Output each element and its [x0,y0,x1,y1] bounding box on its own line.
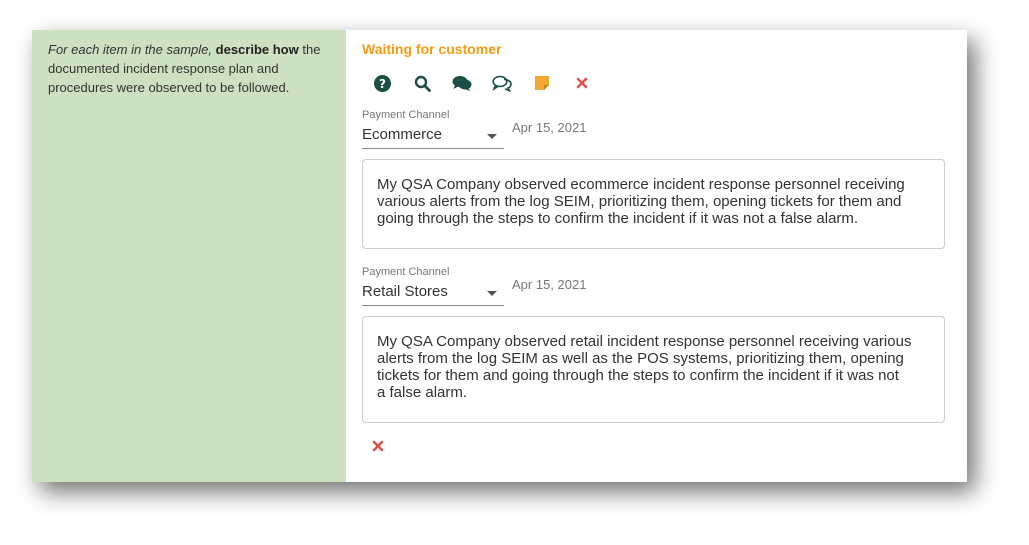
payment-channel-select[interactable]: Ecommerce [362,123,504,149]
response-panel: Waiting for customer ? Payment Channel E… [346,30,967,482]
svg-text:?: ? [379,77,386,91]
entry-date: Apr 15, 2021 [512,277,587,292]
payment-channel-label: Payment Channel [362,266,450,278]
dropdown-arrow-icon [487,134,497,139]
response-textarea[interactable]: My QSA Company observed ecommerce incide… [362,159,945,249]
status-label: Waiting for customer [362,41,502,57]
search-icon[interactable] [412,73,432,93]
instructions-italic: For each item in the sample, [48,42,213,57]
payment-channel-label: Payment Channel [362,109,450,121]
comments-icon[interactable] [452,73,472,93]
instructions-panel: For each item in the sample, describe ho… [32,30,346,482]
dropdown-arrow-icon [487,291,497,296]
response-textarea[interactable]: My QSA Company observed retail incident … [362,316,945,423]
comment-outline-icon[interactable] [492,73,512,93]
payment-channel-value: Retail Stores [362,283,448,300]
close-icon[interactable] [572,73,592,93]
help-icon[interactable]: ? [372,73,392,93]
entry-date: Apr 15, 2021 [512,120,587,135]
toolbar: ? [362,73,945,93]
requirement-card: For each item in the sample, describe ho… [32,30,967,482]
entry-retail: Payment Channel Retail Stores Apr 15, 20… [362,266,945,423]
instructions-bold: describe how [215,42,299,57]
entry-ecommerce: Payment Channel Ecommerce Apr 15, 2021 M… [362,109,945,249]
delete-entry-icon[interactable] [372,439,388,455]
payment-channel-value: Ecommerce [362,126,443,143]
note-icon[interactable] [532,73,552,93]
payment-channel-select[interactable]: Retail Stores [362,280,504,306]
